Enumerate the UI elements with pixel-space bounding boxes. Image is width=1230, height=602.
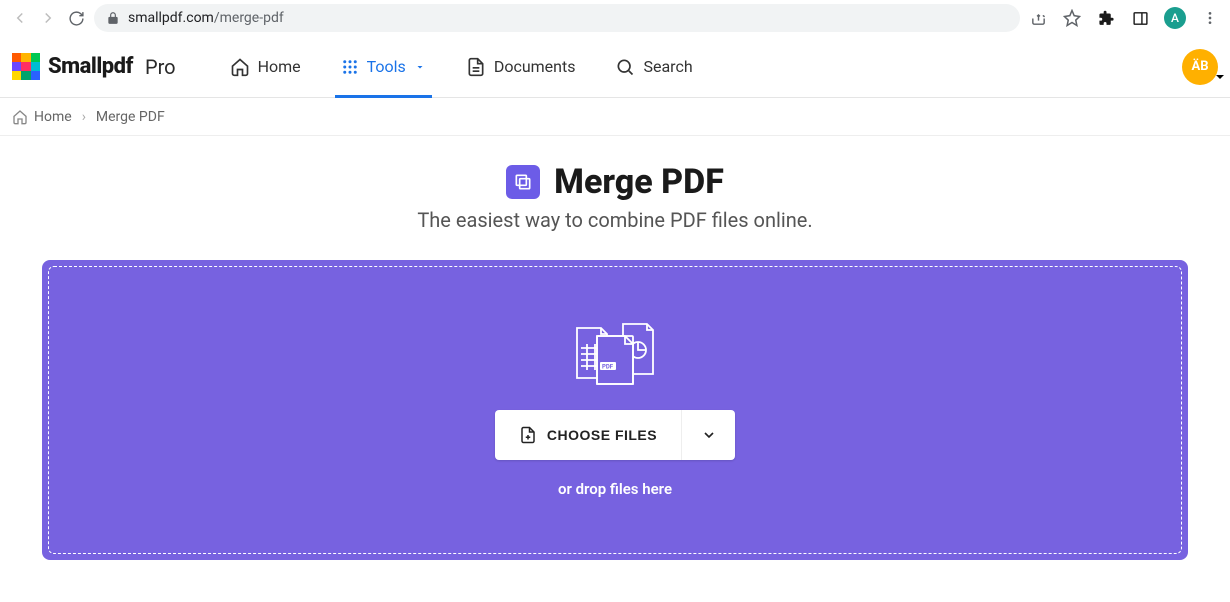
nav-documents[interactable]: Documents [460, 36, 582, 98]
file-plus-icon [519, 426, 537, 444]
breadcrumb-home-label: Home [34, 109, 72, 125]
lock-icon [106, 11, 120, 25]
nav-documents-label: Documents [494, 57, 576, 76]
home-icon [12, 109, 28, 125]
address-bar[interactable]: smallpdf.com/merge-pdf [94, 4, 1020, 32]
back-icon[interactable] [10, 8, 30, 28]
breadcrumb-home[interactable]: Home [12, 109, 72, 125]
nav-home-label: Home [258, 57, 301, 76]
star-icon[interactable] [1062, 8, 1082, 28]
merge-pdf-icon [506, 165, 540, 199]
choose-files-button[interactable]: CHOOSE FILES [495, 410, 681, 460]
share-icon[interactable] [1028, 8, 1048, 28]
drop-zone[interactable]: PDF CHOOSE FILES or drop files here [42, 260, 1188, 560]
browser-toolbar: smallpdf.com/merge-pdf A [0, 0, 1230, 36]
apps-grid-icon [341, 58, 359, 76]
choose-files-label: CHOOSE FILES [547, 427, 657, 443]
documents-icon [466, 57, 486, 77]
brand-name: Smallpdf [48, 54, 133, 79]
site-nav: Smallpdf Pro Home Tools Documents Search… [0, 36, 1230, 98]
nav-tools-label: Tools [367, 57, 406, 76]
nav-search-label: Search [643, 57, 692, 76]
address-text: smallpdf.com/merge-pdf [128, 10, 284, 26]
drop-hint: or drop files here [558, 480, 672, 498]
main-content: Merge PDF The easiest way to combine PDF… [0, 136, 1230, 560]
logo-icon [12, 53, 40, 81]
search-icon [615, 57, 635, 77]
user-avatar[interactable]: ÄB [1182, 49, 1218, 85]
side-panel-icon[interactable] [1130, 8, 1150, 28]
choose-files-dropdown[interactable] [681, 410, 735, 460]
breadcrumb: Home › Merge PDF [0, 98, 1230, 136]
svg-text:PDF: PDF [602, 364, 614, 371]
forward-icon[interactable] [38, 8, 58, 28]
files-illustration-icon: PDF [567, 322, 663, 390]
chevron-down-icon [414, 61, 426, 73]
page-subtitle: The easiest way to combine PDF files onl… [42, 208, 1188, 232]
nav-home[interactable]: Home [224, 36, 307, 98]
nav-tools[interactable]: Tools [335, 36, 432, 98]
nav-search[interactable]: Search [609, 36, 698, 98]
page-title: Merge PDF [554, 162, 724, 202]
extensions-icon[interactable] [1096, 8, 1116, 28]
brand-tier: Pro [145, 55, 176, 79]
breadcrumb-separator: › [82, 109, 86, 125]
breadcrumb-current: Merge PDF [96, 109, 165, 125]
brand-logo[interactable]: Smallpdf Pro [12, 53, 176, 81]
reload-icon[interactable] [66, 8, 86, 28]
home-icon [230, 57, 250, 77]
browser-profile-avatar[interactable]: A [1164, 7, 1186, 29]
menu-icon[interactable] [1200, 8, 1220, 28]
